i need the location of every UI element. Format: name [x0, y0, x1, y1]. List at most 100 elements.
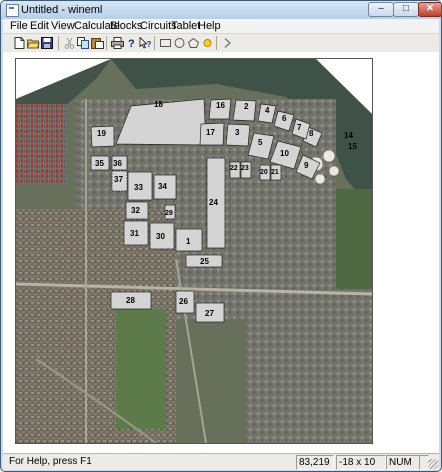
- block-label: 18: [154, 100, 163, 109]
- block-label: 26: [179, 297, 188, 306]
- block-26[interactable]: 26: [175, 290, 195, 314]
- minimize-button[interactable]: –: [368, 2, 394, 17]
- cut-icon[interactable]: [63, 37, 76, 49]
- block-label: 28: [126, 296, 135, 305]
- block-label: 35: [95, 159, 104, 168]
- open-folder-icon[interactable]: [27, 37, 40, 49]
- block-1[interactable]: 1: [175, 228, 203, 252]
- save-icon[interactable]: [41, 37, 54, 49]
- menu-bar: File Edit View Calculate Blocks Circuits…: [3, 19, 439, 33]
- block-22[interactable]: 22: [229, 161, 241, 179]
- paste-icon[interactable]: [91, 37, 104, 49]
- block-label: 22: [230, 165, 238, 172]
- block-label: 23: [241, 165, 249, 172]
- block-label: 29: [165, 210, 173, 217]
- block-14-label[interactable]: 14: [344, 131, 353, 140]
- block-label: 32: [131, 206, 140, 215]
- menu-help[interactable]: Help: [198, 20, 221, 32]
- menu-edit[interactable]: Edit: [30, 20, 49, 32]
- rectangle-icon[interactable]: [159, 37, 172, 49]
- block-37[interactable]: 37: [111, 170, 128, 192]
- app-window: Untitled - wineml – □ ✕ File Edit View C…: [0, 0, 442, 472]
- window-title: Untitled - wineml: [21, 4, 103, 16]
- block-24[interactable]: 24: [206, 157, 226, 249]
- block-label: 24: [209, 198, 218, 207]
- status-bar: For Help, press F1 83,219 -18 x 10 NUM: [3, 453, 439, 470]
- block-25[interactable]: 25: [185, 254, 223, 268]
- block-34[interactable]: 34: [153, 174, 177, 200]
- block-label: 27: [205, 309, 214, 318]
- title-bar[interactable]: Untitled - wineml – □ ✕: [1, 1, 441, 19]
- storage-tank: [328, 165, 340, 177]
- maximize-button[interactable]: □: [393, 2, 419, 17]
- context-help-icon[interactable]: ?: [139, 37, 152, 49]
- block-20[interactable]: 20: [259, 164, 271, 181]
- play-icon[interactable]: [221, 37, 234, 49]
- green-field: [116, 309, 166, 429]
- menu-blocks[interactable]: Blocks: [110, 20, 142, 32]
- aerial-map-canvas[interactable]: 18 16 2 4 6 8 14 15 19 17 3 5 10 9 7 35 …: [15, 58, 373, 444]
- status-coordinates: 83,219: [296, 455, 334, 470]
- new-file-icon[interactable]: [13, 37, 26, 49]
- toolbar: ? ?: [3, 33, 439, 53]
- block-label: 10: [280, 149, 289, 158]
- block-28[interactable]: 28: [110, 291, 152, 310]
- block-29[interactable]: 29: [164, 204, 176, 220]
- block-label: 3: [235, 128, 240, 137]
- resize-grip[interactable]: [428, 459, 438, 469]
- status-scale: -18 x 10: [336, 455, 386, 470]
- about-icon[interactable]: ?: [125, 37, 138, 49]
- block-label: 6: [282, 114, 287, 123]
- block-16[interactable]: 16: [208, 98, 232, 120]
- block-32[interactable]: 32: [125, 201, 149, 220]
- block-21[interactable]: 21: [270, 164, 282, 181]
- docks-area: [16, 104, 66, 184]
- block-label: 8: [309, 129, 314, 138]
- block-label: 34: [158, 182, 167, 191]
- menu-tablet[interactable]: Tablet: [171, 20, 200, 32]
- block-23[interactable]: 23: [240, 161, 252, 179]
- status-help-text: For Help, press F1: [9, 456, 92, 467]
- block-label: 2: [244, 102, 249, 111]
- block-label: 17: [206, 128, 215, 137]
- block-30[interactable]: 30: [149, 222, 175, 250]
- block-label: 30: [156, 232, 165, 241]
- svg-text:?: ?: [128, 38, 135, 49]
- circle-icon[interactable]: [173, 37, 186, 49]
- block-36[interactable]: 36: [111, 155, 128, 171]
- industrial-area: [246, 289, 372, 443]
- storage-tank: [322, 149, 336, 163]
- menu-file[interactable]: File: [10, 20, 28, 32]
- block-15-label[interactable]: 15: [348, 142, 357, 151]
- block-27[interactable]: 27: [195, 302, 225, 323]
- polygon-icon[interactable]: [187, 37, 200, 49]
- menu-view[interactable]: View: [51, 20, 75, 32]
- copy-icon[interactable]: [77, 37, 90, 49]
- block-label: 5: [258, 138, 263, 147]
- block-2[interactable]: 2: [232, 99, 257, 122]
- toolbar-separator: [154, 36, 155, 50]
- svg-text:?: ?: [147, 40, 152, 49]
- block-35[interactable]: 35: [90, 155, 110, 171]
- block-label: 9: [304, 161, 309, 170]
- block-17[interactable]: 17: [199, 122, 225, 146]
- block-label: 20: [260, 169, 268, 176]
- block-label: 25: [200, 257, 209, 266]
- block-label: 33: [134, 183, 143, 192]
- sun-icon[interactable]: [201, 37, 214, 49]
- print-icon[interactable]: [111, 37, 124, 49]
- document-area[interactable]: 18 16 2 4 6 8 14 15 19 17 3 5 10 9 7 35 …: [3, 52, 439, 453]
- toolbar-separator: [216, 36, 217, 50]
- block-label: 19: [97, 129, 106, 138]
- block-label: 16: [216, 101, 225, 110]
- block-3[interactable]: 3: [225, 123, 251, 147]
- block-label: 21: [271, 169, 279, 176]
- block-31[interactable]: 31: [123, 220, 149, 246]
- block-33[interactable]: 33: [127, 171, 153, 201]
- block-label: 1: [186, 237, 191, 246]
- block-19[interactable]: 19: [90, 125, 115, 148]
- app-icon: [6, 4, 19, 17]
- toolbar-separator: [58, 36, 59, 50]
- block-label: 4: [265, 106, 270, 115]
- close-button[interactable]: ✕: [418, 2, 441, 17]
